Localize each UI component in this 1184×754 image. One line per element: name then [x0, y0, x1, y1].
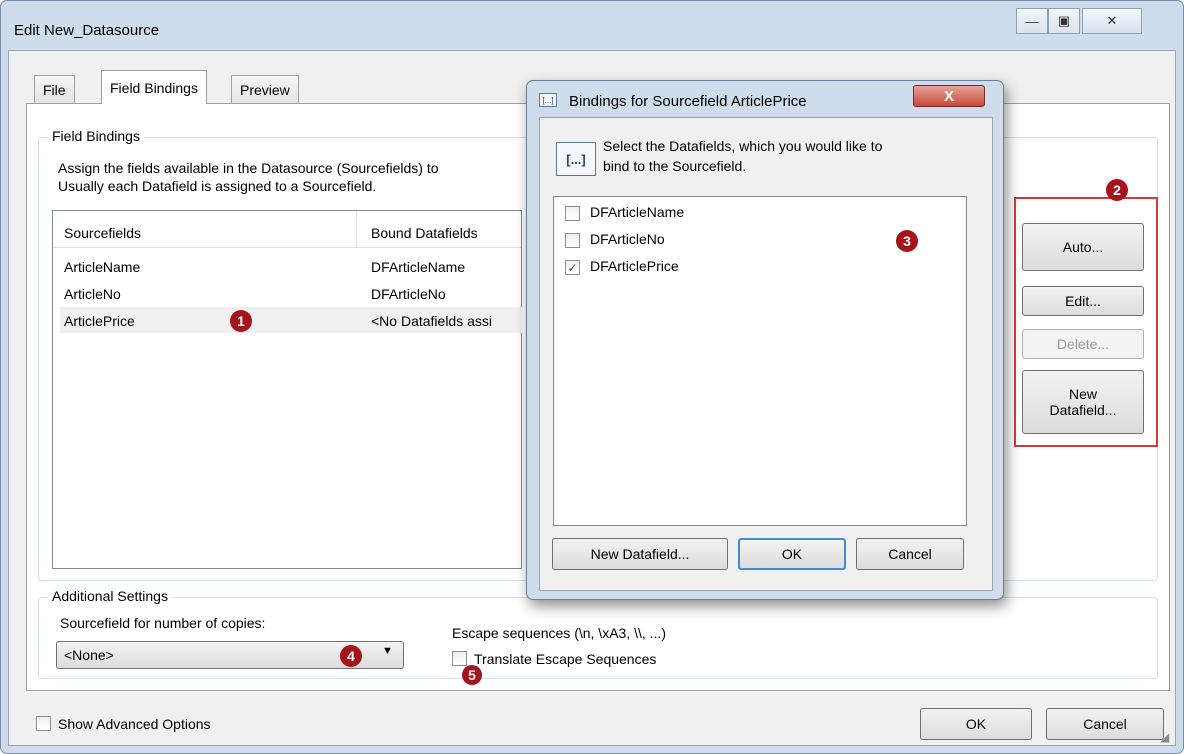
dialog-cancel-button[interactable]: Cancel: [856, 538, 964, 570]
maximize-icon: ▣: [1057, 13, 1071, 28]
datafields-icon: [...]: [556, 142, 596, 176]
field-bindings-group-label: Field Bindings: [48, 128, 144, 144]
dialog-instruction-line-2: bind to the Sourcefield.: [603, 158, 747, 174]
ok-button[interactable]: OK: [920, 708, 1032, 740]
advanced-options-checkbox[interactable]: [36, 716, 51, 731]
close-icon: ✕: [1106, 13, 1118, 28]
dialog-close-button[interactable]: X: [913, 85, 985, 107]
translate-escape-label[interactable]: Translate Escape Sequences: [474, 651, 656, 667]
minimize-button[interactable]: —: [1016, 8, 1048, 34]
column-divider: [356, 212, 357, 248]
description-line-1: Assign the fields available in the Datas…: [58, 160, 439, 176]
delete-button[interactable]: Delete...: [1022, 329, 1144, 359]
row-source-articleno[interactable]: ArticleNo: [64, 286, 121, 302]
row-bound-articleno[interactable]: DFArticleNo: [371, 286, 446, 302]
tab-field-bindings[interactable]: Field Bindings: [101, 70, 207, 104]
callout-marker-3: 3: [896, 230, 918, 252]
callout-marker-5: 5: [462, 665, 482, 685]
callout-marker-4: 4: [340, 645, 362, 667]
row-source-articleprice[interactable]: ArticlePrice: [64, 313, 135, 329]
column-header-bound-datafields[interactable]: Bound Datafields: [371, 225, 478, 241]
advanced-options-label[interactable]: Show Advanced Options: [58, 716, 211, 732]
dialog-new-datafield-button[interactable]: New Datafield...: [552, 538, 728, 570]
window-title: Edit New_Datasource: [14, 22, 160, 39]
copies-value: <None>: [64, 647, 114, 663]
new-datafield-button[interactable]: New Datafield...: [1022, 370, 1144, 434]
item-dfarticleprice-checkbox[interactable]: ✓: [565, 260, 580, 275]
edit-button[interactable]: Edit...: [1022, 286, 1144, 316]
checkmark-icon: ✓: [567, 260, 578, 275]
cancel-button[interactable]: Cancel: [1046, 708, 1164, 740]
additional-settings-label: Additional Settings: [48, 588, 172, 604]
copies-label: Sourcefield for number of copies:: [60, 615, 266, 631]
tab-preview[interactable]: Preview: [231, 75, 299, 103]
dialog-instruction-line-1: Select the Datafields, which you would l…: [603, 138, 883, 154]
maximize-button[interactable]: ▣: [1048, 8, 1080, 34]
dialog-close-icon: X: [943, 87, 954, 105]
item-dfarticlename-checkbox[interactable]: [565, 206, 580, 221]
callout-marker-2: 2: [1106, 179, 1128, 201]
row-bound-articleprice[interactable]: <No Datafields assi: [371, 313, 492, 329]
chevron-down-icon[interactable]: ▼: [382, 645, 393, 657]
row-bound-articlename[interactable]: DFArticleName: [371, 259, 465, 275]
escape-sequences-label: Escape sequences (\n, \xA3, \\, ...): [452, 625, 666, 641]
column-header-sourcefields[interactable]: Sourcefields: [64, 225, 141, 241]
dialog-title: Bindings for Sourcefield ArticlePrice: [569, 93, 807, 110]
item-dfarticleprice-label[interactable]: DFArticlePrice: [590, 258, 679, 274]
tab-file[interactable]: File: [34, 75, 75, 103]
resize-grip-icon[interactable]: ◢: [1160, 730, 1169, 744]
row-source-articlename[interactable]: ArticleName: [64, 259, 140, 275]
item-dfarticleno-label[interactable]: DFArticleNo: [590, 231, 665, 247]
close-button[interactable]: ✕: [1082, 8, 1142, 34]
dialog-app-icon: [...]: [539, 93, 557, 107]
callout-marker-1: 1: [230, 310, 252, 332]
item-dfarticleno-checkbox[interactable]: [565, 233, 580, 248]
auto-button[interactable]: Auto...: [1022, 223, 1144, 271]
new-datafield-label-line2: Datafield...: [1049, 402, 1117, 418]
minimize-icon: —: [1025, 13, 1039, 29]
new-datafield-label-line1: New: [1068, 386, 1097, 402]
description-line-2: Usually each Datafield is assigned to a …: [58, 178, 377, 194]
dialog-ok-button[interactable]: OK: [738, 538, 846, 570]
translate-escape-checkbox[interactable]: [452, 651, 467, 666]
item-dfarticlename-label[interactable]: DFArticleName: [590, 204, 684, 220]
